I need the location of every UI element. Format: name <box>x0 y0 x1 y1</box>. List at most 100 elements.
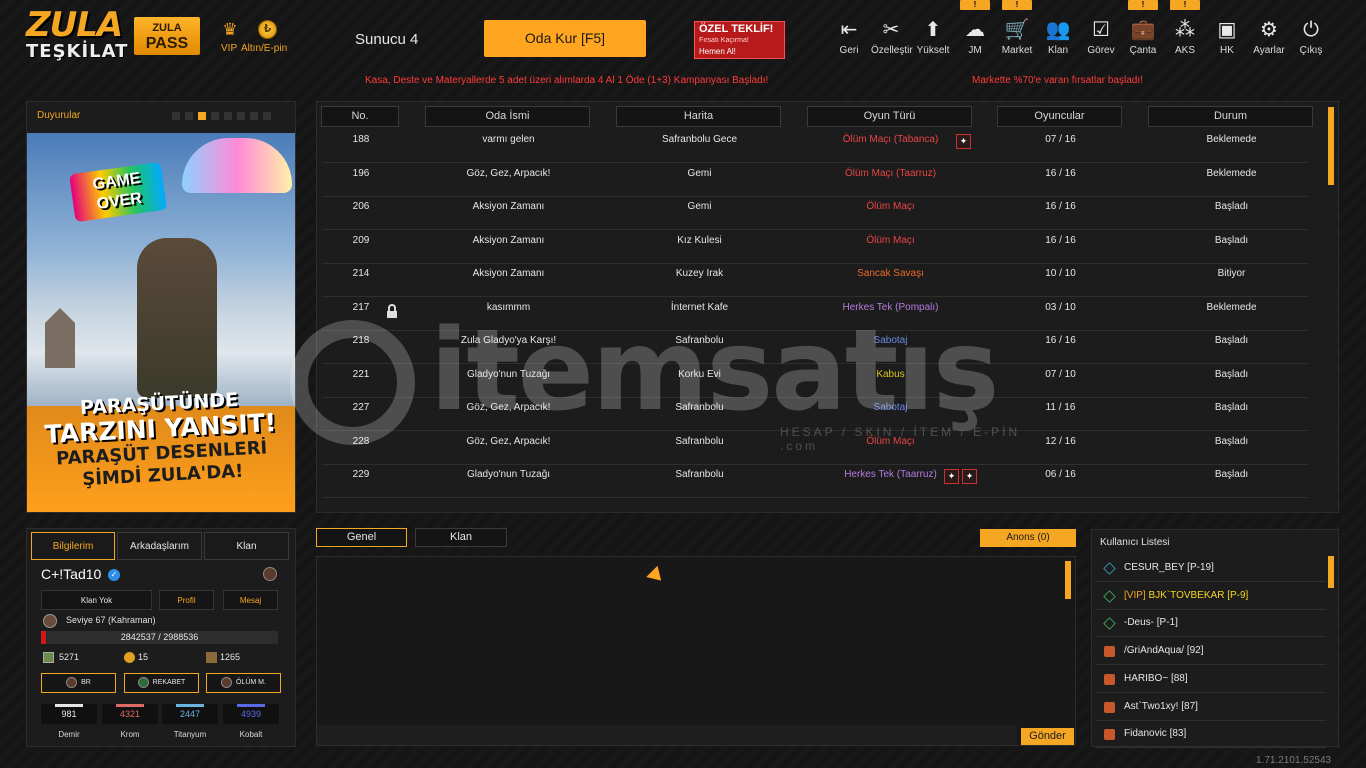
profile-button[interactable]: Profil <box>159 590 214 610</box>
chat-tab-clan[interactable]: Klan <box>415 528 507 547</box>
offer-subtitle: Fırsatı Kaçırma! <box>699 37 749 44</box>
carousel-dot[interactable] <box>263 112 271 120</box>
create-room-button[interactable]: Oda Kur [F5] <box>484 20 646 57</box>
user-list-item[interactable]: Ast`Two1xy! [87] <box>1096 694 1326 721</box>
clan-none-button[interactable]: Klan Yok <box>41 590 152 610</box>
room-row[interactable]: 206 Aksiyon Zamanı Gemi Ölüm Maçı 16 / 16 Baş… <box>322 197 1308 230</box>
watermark-brand: itemsatış <box>430 306 999 436</box>
room-row[interactable]: 214 Aksiyon Zamanı Kuzey Irak Sancak Savaşı… <box>322 264 1308 297</box>
carousel-dot[interactable] <box>224 112 232 120</box>
announcements-title: Duyurular <box>37 110 81 121</box>
carousel-dot[interactable] <box>172 112 180 120</box>
message-button[interactable]: Mesaj <box>223 590 278 610</box>
user-list-item[interactable]: /GriAndAqua/ [92] <box>1096 638 1326 666</box>
tab-klan[interactable]: Klan <box>204 532 289 560</box>
room-row[interactable]: 229 Gladyo'nun Tuzağı Safranbolu Herkes Tek… <box>322 465 1308 498</box>
mode-br-button[interactable]: BR <box>41 673 116 693</box>
room-cell-map: Gemi <box>687 167 712 179</box>
user-name: CESUR_BEY [P-19] <box>1124 562 1214 573</box>
promo-market[interactable]: Markette %70'e varan fırsatlar başladı! <box>972 75 1143 86</box>
room-row[interactable]: 188 varmı gelen Safranbolu Gece Ölüm Maçı (… <box>322 130 1308 163</box>
zula-logo: ZULA TEŞKİLAT <box>26 5 127 66</box>
room-cell-map: Safranbolu <box>675 469 724 480</box>
room-cell-status: Bitiyor <box>1217 268 1246 279</box>
room-cell-players: 07 / 16 <box>1045 134 1076 145</box>
chat-scrollbar[interactable] <box>1065 561 1071 599</box>
carousel-dot-active[interactable] <box>198 112 206 120</box>
room-cell-name: Aksiyon Zamanı <box>472 234 545 246</box>
col-header-map[interactable]: Harita <box>616 106 781 127</box>
announcement-banner[interactable]: GAME OVER PARAŞÜTÜNDE TARZINI YANSIT! PA… <box>27 133 295 512</box>
user-list-item[interactable]: CESUR_BEY [P-19] <box>1096 555 1326 582</box>
room-row[interactable]: 209 Aksiyon Zamanı Kız Kulesi Ölüm Maçı 16 /… <box>322 231 1308 264</box>
jm-icon: ☁ <box>965 19 985 41</box>
user-list-item[interactable]: [VIP] BJK`TOVBEKAR [P-9] <box>1096 583 1326 610</box>
room-cell-map: Kuzey Irak <box>675 268 724 279</box>
nav-label: Özelleştir <box>871 45 913 56</box>
room-cell-players: 16 / 16 <box>1045 167 1076 179</box>
nav-gorev[interactable]: ☑ Görev <box>1081 18 1121 56</box>
nav-market[interactable]: ! 🛒 Market <box>997 0 1037 56</box>
back-icon: ⇤ <box>840 19 858 41</box>
room-row[interactable]: 196 Göz, Gez, Arpacık! Gemi Ölüm Maçı (Taar… <box>322 164 1308 197</box>
col-header-game-type[interactable]: Oyun Türü <box>807 106 972 127</box>
resource-value: 2447 <box>179 709 201 719</box>
nav-canta[interactable]: ! 💼 Çanta <box>1123 0 1163 56</box>
weapon-icon: ✦ <box>956 133 971 149</box>
gold-epin-label[interactable]: Altın/E-pin <box>241 43 287 54</box>
tab-bilgilerim[interactable]: Bilgilerim <box>31 532 115 560</box>
nav-yukselt[interactable]: ⬆ Yükselt <box>913 18 953 56</box>
task-icon: ☑ <box>1092 19 1110 41</box>
room-cell-players: 06 / 16 <box>1045 469 1076 480</box>
col-header-no[interactable]: No. <box>321 106 399 127</box>
carousel-dot[interactable] <box>211 112 219 120</box>
vip-label[interactable]: VIP <box>221 43 237 54</box>
jm-badge: ! <box>960 0 990 10</box>
nav-geri[interactable]: ⇤ Geri <box>829 18 869 56</box>
cart-icon: 🛒 <box>1004 19 1030 41</box>
announce-button[interactable]: Anons (0) <box>980 529 1076 547</box>
user-list-item[interactable]: HARIBO~ [88] <box>1096 666 1326 693</box>
nav-aks[interactable]: ! ⁂ AKS <box>1165 0 1205 56</box>
nav-ayarlar[interactable]: ⚙ Ayarlar <box>1249 18 1289 56</box>
vip-icon[interactable]: ♛ <box>218 20 242 40</box>
promo-campaign[interactable]: Kasa, Deste ve Materyallerde 5 adet üzer… <box>365 75 768 86</box>
zula-pass-button[interactable]: ZULA PASS <box>134 17 200 55</box>
nav-hk[interactable]: ▣ HK <box>1207 18 1247 56</box>
nav-ozellestir[interactable]: ✂ Özelleştir <box>871 18 913 56</box>
user-name: BJK`TOVBEKAR [P-9] <box>1148 589 1249 601</box>
user-list-item[interactable]: -Deus- [P-1] <box>1096 610 1326 638</box>
room-cell-type: Ölüm Maçı <box>866 201 915 212</box>
user-list-item[interactable]: Fidanovic [83] <box>1096 721 1326 749</box>
col-header-players[interactable]: Oyuncular <box>997 106 1122 127</box>
chat-tab-general[interactable]: Genel <box>316 528 407 547</box>
col-header-status[interactable]: Durum <box>1148 106 1313 127</box>
nav-jm[interactable]: ! ☁ JM <box>955 0 995 56</box>
col-header-room-name[interactable]: Oda İsmi <box>425 106 590 127</box>
room-cell-name: Gladyo'nun Tuzağı <box>466 469 551 480</box>
logo-line1: ZULA <box>26 5 123 45</box>
nav-klan[interactable]: 👥 Klan <box>1038 18 1078 56</box>
tab-arkadaslarim[interactable]: Arkadaşlarım <box>117 532 202 560</box>
user-name: Fidanovic [83] <box>1124 728 1187 740</box>
gold-coin-icon[interactable]: ₺ <box>258 20 277 39</box>
carousel-dot[interactable] <box>185 112 193 120</box>
chat-input[interactable] <box>317 725 1017 745</box>
user-list-title: Kullanıcı Listesi <box>1100 537 1170 548</box>
mode-olum-button[interactable]: ÖLÜM M. <box>206 673 281 693</box>
bag-icon: 💼 <box>1130 19 1156 41</box>
room-list-scrollbar[interactable] <box>1328 107 1334 185</box>
clan-rank-icon <box>1104 701 1115 713</box>
special-offer-banner[interactable]: ÖZEL TEKLİF! Fırsatı Kaçırma! Hemen Al! <box>694 21 785 59</box>
carousel-dot[interactable] <box>237 112 245 120</box>
banner-text: PARAŞÜTÜNDE TARZINI YANSIT! PARAŞÜT DESE… <box>27 386 295 494</box>
user-list-scrollbar[interactable] <box>1328 556 1334 588</box>
room-cell-no: 206 <box>352 201 370 212</box>
room-cell-status: Beklemede <box>1206 301 1257 313</box>
canta-badge: ! <box>1128 0 1158 10</box>
send-button[interactable]: Gönder <box>1021 728 1074 745</box>
mode-rekabet-button[interactable]: REKABET <box>124 673 199 693</box>
nav-cikis[interactable]: ⏻ Çıkış <box>1291 18 1331 56</box>
carousel-dot[interactable] <box>250 112 258 120</box>
resource-titanyum: 2447 <box>162 704 218 724</box>
